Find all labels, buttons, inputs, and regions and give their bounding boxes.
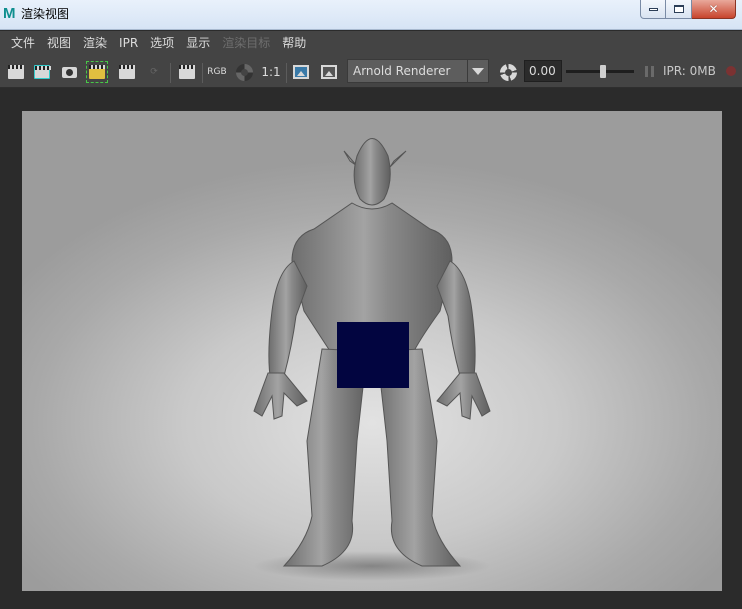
picture-remove-icon (321, 65, 337, 79)
render-sequence-button[interactable] (86, 61, 108, 83)
menu-bar: 文件 视图 渲染 IPR 选项 显示 渲染目标 帮助 (0, 31, 742, 56)
menu-file[interactable]: 文件 (5, 31, 41, 56)
render-region-button[interactable] (31, 61, 53, 83)
toolbar-separator (286, 63, 287, 83)
menu-view[interactable]: 视图 (41, 31, 77, 56)
menu-ipr[interactable]: IPR (113, 31, 144, 56)
maximize-button[interactable] (666, 0, 692, 19)
refresh-ipr-icon: ⟳ (150, 67, 158, 77)
render-viewport (0, 89, 742, 609)
maximize-icon (673, 5, 684, 13)
chevron-down-icon (472, 67, 484, 75)
close-icon: ✕ (708, 2, 719, 16)
censor-block (337, 322, 409, 388)
refresh-ipr-button: ⟳ (143, 61, 165, 83)
menu-render[interactable]: 渲染 (77, 31, 113, 56)
clapperboard-icon (8, 65, 24, 79)
stop-icon[interactable] (726, 66, 736, 76)
render-region-icon (34, 65, 51, 79)
rgb-label: RGB (207, 67, 227, 77)
slider-thumb[interactable] (600, 65, 606, 78)
render-settings-icon (179, 65, 195, 79)
dropdown-arrow[interactable] (467, 60, 488, 82)
display-image-button[interactable] (290, 61, 312, 83)
ipr-clapper-icon (119, 65, 135, 79)
render-settings-button[interactable] (176, 61, 198, 83)
minimize-icon (648, 7, 658, 11)
ipr-render-button[interactable] (116, 61, 138, 83)
menu-help[interactable]: 帮助 (276, 31, 312, 56)
rgb-channel-button[interactable]: RGB (205, 61, 229, 83)
remove-image-button[interactable] (318, 61, 340, 83)
checker-icon (235, 63, 253, 81)
menu-display[interactable]: 显示 (180, 31, 216, 56)
exposure-button[interactable] (497, 61, 519, 83)
renderer-label: Arnold Renderer (353, 64, 451, 78)
menu-options[interactable]: 选项 (144, 31, 180, 56)
rendered-image[interactable] (22, 111, 722, 591)
redo-previous-render-button[interactable] (5, 61, 27, 83)
window-title: 渲染视图 (21, 7, 70, 21)
render-sequence-icon (89, 65, 105, 79)
title-bar: M 渲染视图 ✕ (0, 0, 742, 30)
menu-render-target: 渲染目标 (222, 36, 271, 50)
renderer-dropdown[interactable]: Arnold Renderer (347, 59, 489, 83)
real-size-button[interactable]: 1:1 (259, 61, 283, 83)
camera-icon (61, 66, 77, 78)
ipr-status: IPR: 0MB (663, 64, 716, 78)
toolbar-separator (170, 63, 171, 83)
aperture-icon (499, 63, 517, 81)
picture-icon (293, 65, 309, 79)
exposure-input[interactable]: 0.00 (524, 60, 562, 82)
snapshot-button[interactable] (58, 61, 80, 83)
ratio-label: 1:1 (261, 65, 281, 79)
minimize-button[interactable] (640, 0, 666, 19)
pause-icon[interactable] (645, 66, 654, 77)
maya-logo-icon: M (3, 5, 16, 22)
alpha-channel-button[interactable] (233, 61, 255, 83)
close-button[interactable]: ✕ (692, 0, 736, 19)
window-controls: ✕ (640, 0, 736, 19)
exposure-slider[interactable] (566, 65, 634, 78)
toolbar-separator (202, 63, 203, 83)
